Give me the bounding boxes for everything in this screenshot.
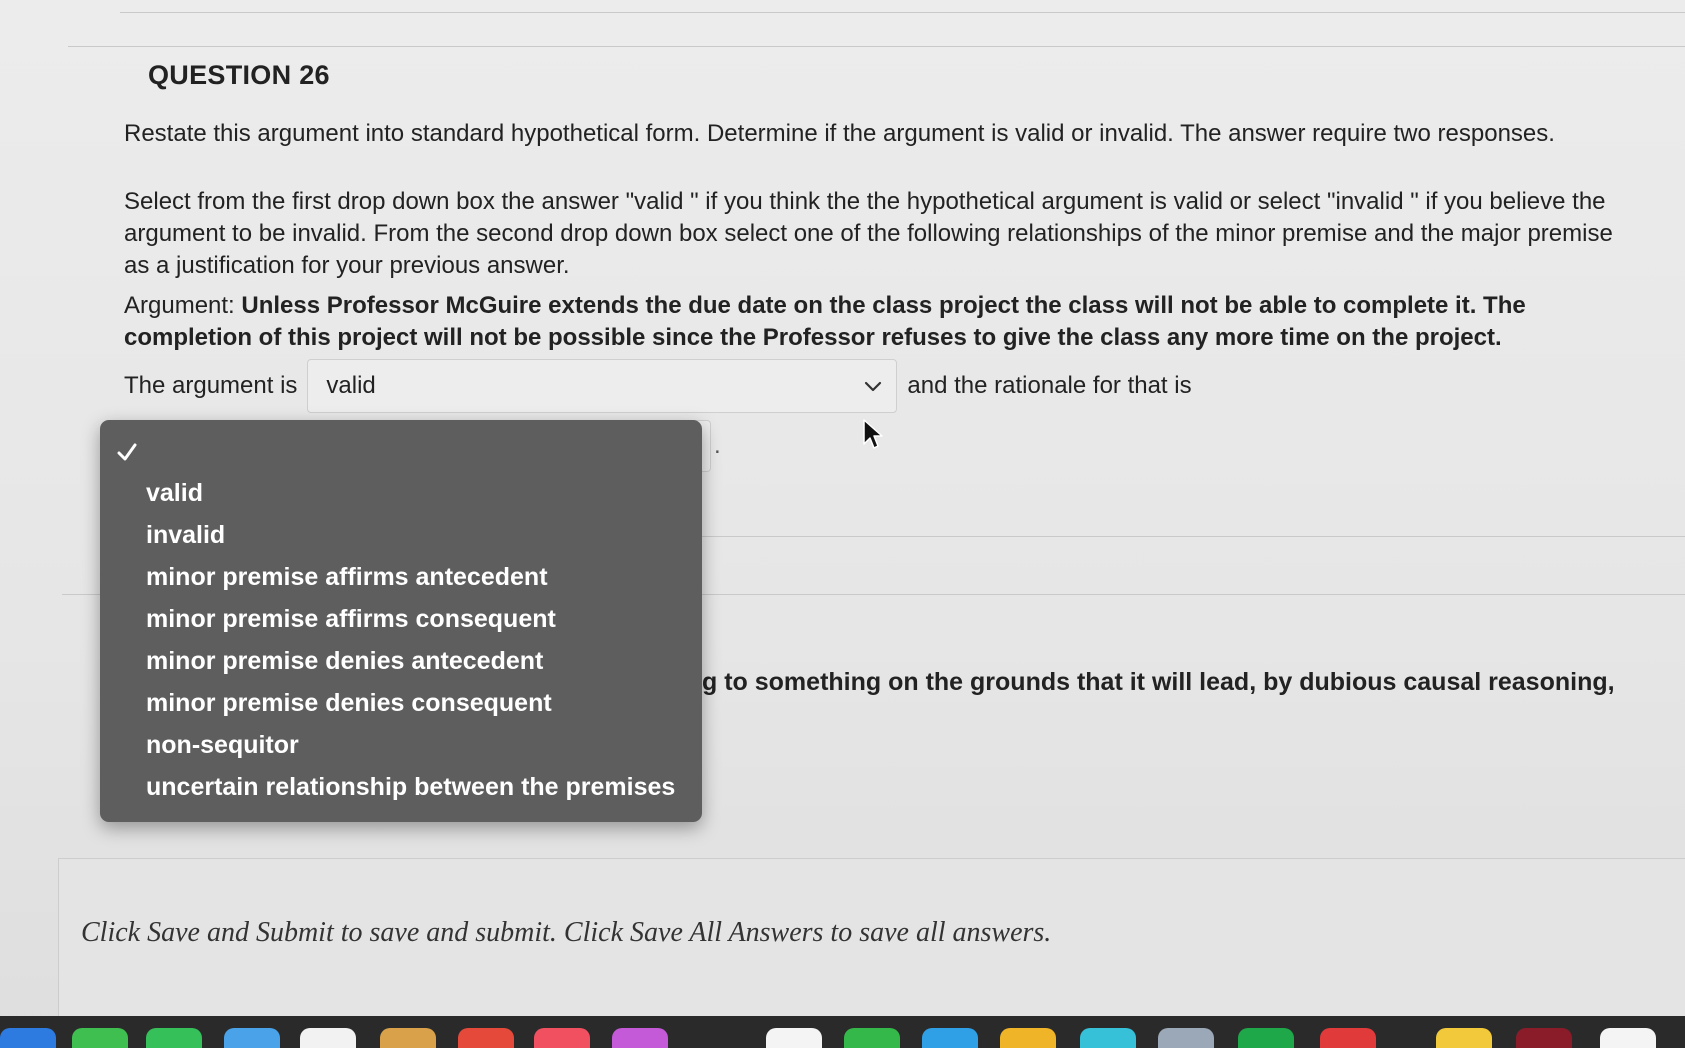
content-divider-1 <box>702 536 1685 537</box>
dock-app-icon[interactable] <box>1516 1028 1572 1048</box>
validity-select[interactable]: valid <box>307 359 898 413</box>
dock-app-icon[interactable] <box>1000 1028 1056 1048</box>
dock-app-icon[interactable] <box>1436 1028 1492 1048</box>
dock-app-icon[interactable] <box>922 1028 978 1048</box>
dock-app-icon[interactable] <box>72 1028 128 1048</box>
dock-app-icon[interactable] <box>300 1028 356 1048</box>
dock-app-icon[interactable] <box>0 1028 56 1048</box>
dock-app-icon[interactable] <box>844 1028 900 1048</box>
dock-app-icon[interactable] <box>1080 1028 1136 1048</box>
argument-text: Unless Professor McGuire extends the due… <box>124 292 1526 351</box>
dock-app-icon[interactable] <box>1158 1028 1214 1048</box>
answer-sentence: The argument is valid and the rationale … <box>124 358 1192 414</box>
checkmark-icon <box>117 443 137 461</box>
question-divider <box>68 46 1685 47</box>
menu-item-invalid[interactable]: invalid <box>100 514 702 556</box>
dock-app-icon[interactable] <box>534 1028 590 1048</box>
validity-select-value: valid <box>326 372 376 399</box>
menu-item-denies-consequent[interactable]: minor premise denies consequent <box>100 682 702 724</box>
menu-item-affirms-antecedent[interactable]: minor premise affirms antecedent <box>100 556 702 598</box>
submit-instructions-panel: Click Save and Submit to save and submit… <box>58 858 1685 1019</box>
next-question-text: g to something on the grounds that it wi… <box>702 668 1615 696</box>
chevron-down-icon <box>865 381 882 392</box>
menu-item-non-sequitor[interactable]: non-sequitor <box>100 724 702 766</box>
dock-app-icon[interactable] <box>766 1028 822 1048</box>
dock-app-icon[interactable] <box>224 1028 280 1048</box>
sentence-start: The argument is <box>124 372 298 399</box>
argument-statement: Argument: Unless Professor McGuire exten… <box>124 290 1644 354</box>
dock-app-icon[interactable] <box>1238 1028 1294 1048</box>
menu-item-valid[interactable]: valid <box>100 472 702 514</box>
question-instructions-2: Select from the first drop down box the … <box>124 188 1613 279</box>
top-divider <box>120 12 1685 13</box>
dock-app-icon[interactable] <box>146 1028 202 1048</box>
dock-app-icon[interactable] <box>1320 1028 1376 1048</box>
dock-app-icon[interactable] <box>458 1028 514 1048</box>
submit-instructions: Click Save and Submit to save and submit… <box>81 917 1052 948</box>
menu-item-affirms-consequent[interactable]: minor premise affirms consequent <box>100 598 702 640</box>
argument-label: Argument: <box>124 292 242 319</box>
question-instructions-1: Restate this argument into standard hypo… <box>124 120 1555 147</box>
sentence-end: . <box>714 432 721 459</box>
menu-item-blank[interactable] <box>100 432 702 472</box>
dock-app-icon[interactable] <box>1600 1028 1656 1048</box>
question-title: QUESTION 26 <box>148 60 330 90</box>
sentence-middle: and the rationale for that is <box>907 372 1192 399</box>
screen: QUESTION 26 Restate this argument into s… <box>0 0 1685 1048</box>
dock-app-icon[interactable] <box>380 1028 436 1048</box>
mouse-pointer-icon <box>863 419 883 449</box>
dock-app-icon[interactable] <box>612 1028 668 1048</box>
menu-item-denies-antecedent[interactable]: minor premise denies antecedent <box>100 640 702 682</box>
menu-item-uncertain-relationship[interactable]: uncertain relationship between the premi… <box>100 766 702 808</box>
validity-dropdown-menu[interactable]: valid invalid minor premise affirms ante… <box>100 420 702 822</box>
